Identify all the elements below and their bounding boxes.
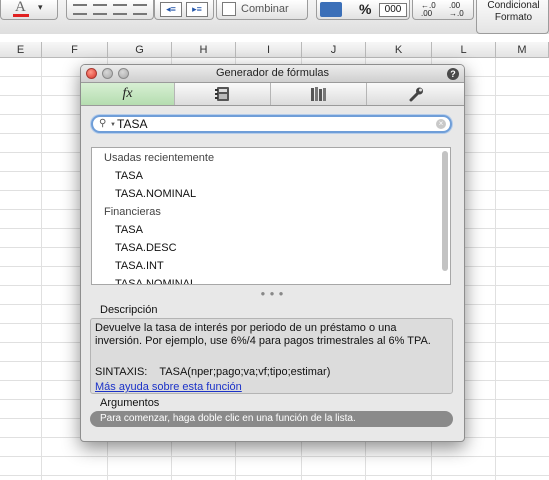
function-list[interactable]: Usadas recientemente TASA TASA.NOMINAL Fina… — [91, 147, 451, 285]
align-left-icon[interactable] — [73, 4, 87, 15]
column-header-e[interactable]: E — [0, 42, 42, 58]
thousands-separator-button[interactable]: 000 — [379, 3, 407, 17]
decrease-decimal-icon[interactable]: .00 →.0 — [449, 2, 464, 18]
arguments-hint: Para comenzar, haga doble clic en una fu… — [100, 413, 356, 424]
chevron-down-icon[interactable]: ▾ — [38, 2, 43, 13]
arguments-heading: Argumentos — [100, 397, 160, 409]
description-box: Devuelve la tasa de interés por periodo … — [90, 318, 453, 394]
merge-button[interactable]: Combinar — [216, 0, 308, 20]
wrench-icon — [409, 87, 423, 102]
tab-formula-builder[interactable]: fx — [81, 83, 175, 105]
number-format-group: % 000 — [316, 0, 410, 20]
ribbon-toolbar: A ▾ ◂≡ ▸≡ Combinar % 000 ←.0.00 .00 →.0 C… — [0, 0, 549, 35]
grid-horizontal-line — [0, 475, 549, 476]
font-color-swatch — [13, 14, 29, 17]
description-heading: Descripción — [100, 304, 158, 316]
align-justify-icon[interactable] — [133, 4, 147, 15]
decrease-indent-icon[interactable]: ◂≡ — [160, 2, 182, 17]
formula-builder-window: Generador de fórmulas ? fx ⚲ ▼ TASA × Us… — [80, 64, 465, 442]
increase-indent-icon[interactable]: ▸≡ — [186, 2, 208, 17]
clear-search-icon[interactable]: × — [436, 119, 446, 129]
column-header-k[interactable]: K — [366, 42, 432, 58]
increase-decimal-icon[interactable]: ←.0.00 — [421, 2, 436, 18]
window-title: Generador de fórmulas — [215, 67, 330, 79]
column-header-f[interactable]: F — [42, 42, 108, 58]
search-input[interactable] — [117, 117, 437, 131]
tab-bar: fx — [81, 83, 464, 106]
arguments-box: Para comenzar, haga doble clic en una fu… — [90, 411, 453, 427]
align-center-icon[interactable] — [93, 4, 107, 15]
fx-icon: fx — [122, 86, 133, 101]
list-scrollbar[interactable] — [442, 151, 448, 271]
tab-function-book[interactable] — [175, 83, 271, 105]
grid-vertical-line — [41, 58, 42, 480]
help-icon[interactable]: ? — [447, 68, 459, 80]
percent-style-button[interactable]: % — [359, 1, 371, 17]
list-category-header: Usadas recientemente — [104, 152, 215, 164]
tab-settings[interactable] — [367, 83, 464, 105]
list-item-function[interactable]: TASA.DESC — [115, 239, 177, 257]
column-header-m[interactable]: M — [496, 42, 549, 58]
align-right-icon[interactable] — [113, 4, 127, 15]
tab-library[interactable] — [271, 83, 367, 105]
list-category-header: Financieras — [104, 206, 161, 218]
conditional-format-label-1: Condicional — [487, 0, 540, 11]
syntax-value: TASA(nper;pago;va;vf;tipo;estimar) — [159, 366, 331, 378]
merge-cells-icon — [222, 2, 236, 16]
more-help-link[interactable]: Más ayuda sobre esta función — [95, 381, 242, 393]
list-item-function[interactable]: TASA.INT — [115, 257, 164, 275]
list-item-function[interactable]: TASA.NOMINAL — [115, 275, 196, 284]
column-header-j[interactable]: J — [302, 42, 366, 58]
alignment-group — [66, 0, 154, 20]
indent-group: ◂≡ ▸≡ — [154, 0, 214, 20]
function-book-icon — [214, 87, 229, 102]
search-icon[interactable]: ⚲ — [99, 118, 106, 129]
search-field[interactable]: ⚲ ▼ × — [91, 115, 452, 133]
list-item-function[interactable]: TASA — [115, 167, 143, 185]
conditional-format-button[interactable]: Condicional Formato — [476, 0, 549, 34]
merge-label: Combinar — [241, 3, 289, 15]
decimal-group: ←.0.00 .00 →.0 — [412, 0, 474, 20]
grid-horizontal-line — [0, 456, 549, 457]
column-header-i[interactable]: I — [236, 42, 302, 58]
column-header-h[interactable]: H — [172, 42, 236, 58]
list-item-function[interactable]: TASA.NOMINAL — [115, 185, 196, 203]
font-color-button[interactable]: A ▾ — [0, 0, 58, 20]
column-header-g[interactable]: G — [108, 42, 172, 58]
list-item-function[interactable]: TASA — [115, 221, 143, 239]
chevron-down-icon[interactable]: ▼ — [110, 122, 116, 128]
column-header-l[interactable]: L — [432, 42, 496, 58]
title-bar[interactable]: Generador de fórmulas ? — [81, 65, 464, 83]
syntax-label: SINTAXIS: — [95, 366, 148, 378]
syntax-line: SINTAXIS: TASA(nper;pago;va;vf;tipo;estim… — [95, 366, 330, 378]
grid-vertical-line — [495, 58, 496, 480]
conditional-format-label-2: Formato — [494, 12, 533, 23]
currency-format-icon[interactable] — [320, 2, 342, 17]
library-icon — [310, 87, 326, 102]
description-text: Devuelve la tasa de interés por periodo … — [95, 322, 431, 347]
splitter-handle[interactable]: ● ● ● — [81, 289, 464, 298]
